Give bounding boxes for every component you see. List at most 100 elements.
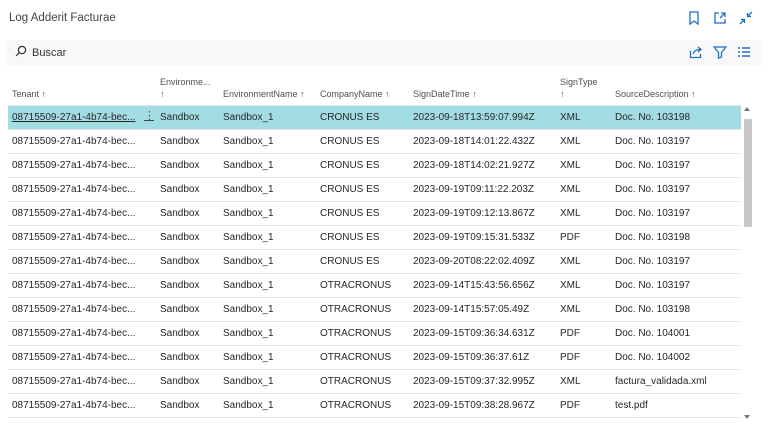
- search-box[interactable]: Buscar: [15, 44, 66, 62]
- cell-source-description: factura_validada.xml: [611, 369, 741, 394]
- column-header-label: Environme...: [160, 77, 211, 87]
- row-actions-icon[interactable]: ⋮: [144, 111, 155, 122]
- cell-sign-date-time: 2023-09-15T09:36:34.631Z: [409, 321, 556, 346]
- cell-sign-type: XML: [556, 105, 611, 130]
- cell-sign-date-time: 2023-09-14T15:43:56.656Z: [409, 273, 556, 298]
- table-row[interactable]: 08715509-27a1-4b74-bec... Sandbox Sandbox_…: [8, 273, 741, 298]
- table-row[interactable]: 08715509-27a1-4b74-bec... Sandbox Sandbox_…: [8, 129, 741, 154]
- column-header-tenant[interactable]: Tenant ↑: [8, 66, 156, 106]
- cell-sign-type: XML: [556, 369, 611, 394]
- cell-environment-name: Sandbox_1: [219, 225, 316, 250]
- sort-ascending-icon: ↑: [472, 89, 477, 99]
- cell-tenant[interactable]: 08715509-27a1-4b74-bec...: [8, 369, 156, 394]
- cell-tenant[interactable]: 08715509-27a1-4b74-bec...: [8, 297, 156, 322]
- tenant-link[interactable]: 08715509-27a1-4b74-bec...: [12, 232, 135, 243]
- cell-tenant[interactable]: 08715509-27a1-4b74-bec...: [8, 393, 156, 418]
- table-row[interactable]: 08715509-27a1-4b74-bec... Sandbox Sandbox_…: [8, 153, 741, 178]
- cell-tenant[interactable]: 08715509-27a1-4b74-bec...: [8, 249, 156, 274]
- column-header-environment[interactable]: Environme... ↑: [156, 66, 219, 106]
- cell-environment-name: Sandbox_1: [219, 249, 316, 274]
- search-icon: [15, 44, 27, 62]
- cell-tenant[interactable]: 08715509-27a1-4b74-bec...: [8, 201, 156, 226]
- cell-tenant[interactable]: 08715509-27a1-4b74-bec...: [8, 153, 156, 178]
- tenant-link[interactable]: 08715509-27a1-4b74-bec...: [12, 328, 135, 339]
- column-header-sign-date-time[interactable]: SignDateTime ↑: [409, 66, 556, 106]
- cell-sign-date-time: 2023-09-14T15:57:05.49Z: [409, 297, 556, 322]
- column-header-environment-name[interactable]: EnvironmentName ↑: [219, 66, 316, 106]
- scroll-down-icon[interactable]: [744, 415, 750, 419]
- table-row[interactable]: 08715509-27a1-4b74-bec... Sandbox Sandbox_…: [8, 177, 741, 202]
- cell-company-name: OTRACRONUS: [316, 297, 409, 322]
- column-header-source-description[interactable]: SourceDescription ↑: [611, 66, 741, 106]
- cell-environment-name: Sandbox_1: [219, 273, 316, 298]
- cell-tenant[interactable]: 08715509-27a1-4b74-bec...: [8, 225, 156, 250]
- table-row[interactable]: 08715509-27a1-4b74-bec... Sandbox Sandbox_…: [8, 201, 741, 226]
- tenant-link[interactable]: 08715509-27a1-4b74-bec...: [12, 400, 135, 411]
- scroll-thumb[interactable]: [744, 119, 752, 227]
- cell-tenant[interactable]: 08715509-27a1-4b74-bec... ⋮: [8, 105, 156, 130]
- table-row[interactable]: 08715509-27a1-4b74-bec... Sandbox Sandbox_…: [8, 321, 741, 346]
- cell-source-description: Doc. No. 103198: [611, 297, 741, 322]
- tenant-link[interactable]: 08715509-27a1-4b74-bec...: [12, 376, 135, 387]
- cell-source-description: Doc. No. 103197: [611, 273, 741, 298]
- scroll-up-icon[interactable]: [744, 107, 750, 111]
- sort-ascending-icon: ↑: [41, 89, 47, 99]
- cell-environment: Sandbox: [156, 273, 219, 298]
- column-header-label: EnvironmentName: [223, 89, 298, 99]
- cell-source-description: Doc. No. 103197: [611, 201, 741, 226]
- table-row[interactable]: 08715509-27a1-4b74-bec... Sandbox Sandbox_…: [8, 393, 741, 418]
- title-actions: [686, 9, 754, 27]
- cell-sign-date-time: 2023-09-15T09:36:37.61Z: [409, 345, 556, 370]
- cell-source-description: Doc. No. 104001: [611, 321, 741, 346]
- table-row[interactable]: 08715509-27a1-4b74-bec... ⋮ Sandbox Sandbox…: [8, 105, 741, 130]
- bookmark-icon[interactable]: [686, 9, 702, 27]
- cell-tenant[interactable]: 08715509-27a1-4b74-bec...: [8, 129, 156, 154]
- log-table: Tenant ↑ Environme... ↑ EnvironmentName ↑ Co…: [8, 66, 741, 418]
- tenant-link[interactable]: 08715509-27a1-4b74-bec...: [12, 304, 135, 315]
- tenant-link[interactable]: 08715509-27a1-4b74-bec...: [12, 352, 135, 363]
- cell-environment: Sandbox: [156, 297, 219, 322]
- cell-source-description: Doc. No. 103197: [611, 129, 741, 154]
- cell-sign-type: XML: [556, 153, 611, 178]
- column-header-company-name[interactable]: CompanyName ↑: [316, 66, 409, 106]
- cell-tenant[interactable]: 08715509-27a1-4b74-bec...: [8, 273, 156, 298]
- table-row[interactable]: 08715509-27a1-4b74-bec... Sandbox Sandbox_…: [8, 297, 741, 322]
- cell-environment: Sandbox: [156, 105, 219, 130]
- table-row[interactable]: 08715509-27a1-4b74-bec... Sandbox Sandbox_…: [8, 225, 741, 250]
- cell-sign-type: XML: [556, 273, 611, 298]
- sort-ascending-icon: ↑: [691, 89, 696, 99]
- cell-source-description: Doc. No. 103197: [611, 153, 741, 178]
- column-header-label: SourceDescription: [615, 89, 689, 99]
- toolbar-actions: [688, 43, 752, 61]
- vertical-scrollbar[interactable]: [742, 107, 753, 419]
- tenant-link[interactable]: 08715509-27a1-4b74-bec...: [12, 112, 135, 123]
- tenant-link[interactable]: 08715509-27a1-4b74-bec...: [12, 280, 135, 291]
- cell-sign-date-time: 2023-09-20T08:22:02.409Z: [409, 249, 556, 274]
- table-row[interactable]: 08715509-27a1-4b74-bec... Sandbox Sandbox_…: [8, 345, 741, 370]
- tenant-link[interactable]: 08715509-27a1-4b74-bec...: [12, 208, 135, 219]
- table-row[interactable]: 08715509-27a1-4b74-bec... Sandbox Sandbox_…: [8, 249, 741, 274]
- table-row[interactable]: 08715509-27a1-4b74-bec... Sandbox Sandbox_…: [8, 369, 741, 394]
- share-icon[interactable]: [688, 43, 704, 61]
- tenant-link[interactable]: 08715509-27a1-4b74-bec...: [12, 184, 135, 195]
- cell-company-name: OTRACRONUS: [316, 369, 409, 394]
- cell-tenant[interactable]: 08715509-27a1-4b74-bec...: [8, 177, 156, 202]
- sort-ascending-icon: ↑: [160, 89, 165, 99]
- cell-company-name: CRONUS ES: [316, 153, 409, 178]
- column-header-sign-type[interactable]: SignType ↑: [556, 66, 611, 106]
- open-new-window-icon[interactable]: [712, 9, 728, 27]
- cell-tenant[interactable]: 08715509-27a1-4b74-bec...: [8, 321, 156, 346]
- cell-environment-name: Sandbox_1: [219, 177, 316, 202]
- cell-environment-name: Sandbox_1: [219, 129, 316, 154]
- tenant-link[interactable]: 08715509-27a1-4b74-bec...: [12, 256, 135, 267]
- tenant-link[interactable]: 08715509-27a1-4b74-bec...: [12, 160, 135, 171]
- cell-environment: Sandbox: [156, 345, 219, 370]
- list-view-icon[interactable]: [736, 43, 752, 61]
- collapse-icon[interactable]: [738, 9, 754, 27]
- cell-tenant[interactable]: 08715509-27a1-4b74-bec...: [8, 345, 156, 370]
- column-header-label: SignType: [560, 77, 598, 87]
- cell-sign-type: PDF: [556, 321, 611, 346]
- tenant-link[interactable]: 08715509-27a1-4b74-bec...: [12, 136, 135, 147]
- filter-icon[interactable]: [712, 43, 728, 61]
- column-header-label: CompanyName: [320, 89, 383, 99]
